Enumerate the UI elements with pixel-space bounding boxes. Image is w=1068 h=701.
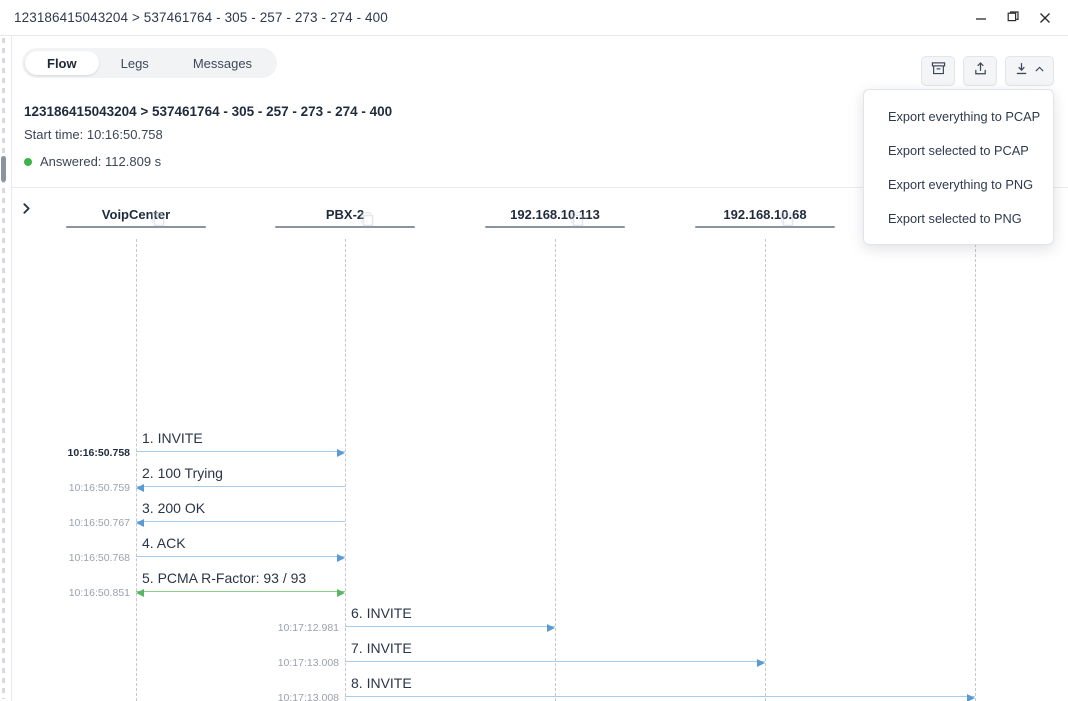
restore-icon[interactable] xyxy=(998,4,1028,32)
copy-icon[interactable] xyxy=(359,211,375,232)
menu-item-export-everything-pcap[interactable]: Export everything to PCAP xyxy=(864,99,1053,133)
copy-icon[interactable] xyxy=(779,211,795,232)
call-start-time: Start time: 10:16:50.758 xyxy=(24,127,163,142)
menu-item-export-everything-png[interactable]: Export everything to PNG xyxy=(864,167,1053,201)
download-icon xyxy=(1014,61,1029,81)
share-icon xyxy=(973,61,988,81)
lifeline-underline xyxy=(275,226,415,228)
call-title: 123186415043204 > 537461764 - 305 - 257 … xyxy=(24,104,393,119)
copy-icon[interactable] xyxy=(569,211,585,232)
message-row[interactable]: 10:17:13.008 8. INVITE xyxy=(12,662,1068,701)
tab-flow[interactable]: Flow xyxy=(25,51,99,75)
message-row[interactable]: 10:17:13.0159. INVITE xyxy=(12,697,1068,701)
tab-legs[interactable]: Legs xyxy=(99,51,171,75)
message-row[interactable]: 10:16:50.758 1. INVITE xyxy=(12,417,1068,459)
export-download-button[interactable] xyxy=(1005,56,1054,86)
lifeline-label: 192.168.10.113 xyxy=(510,207,600,222)
lifeline-header[interactable]: 192.168.10.113 xyxy=(485,207,625,228)
lifeline-underline xyxy=(66,226,206,228)
tab-messages[interactable]: Messages xyxy=(171,51,274,75)
message-label: 4. ACK xyxy=(142,535,186,551)
export-dropdown-menu: Export everything to PCAP Export selecte… xyxy=(863,89,1054,245)
message-row[interactable]: 10:17:12.981 6. INVITE xyxy=(12,592,1068,634)
message-label: 5. PCMA R-Factor: 93 / 93 xyxy=(142,570,307,586)
message-row[interactable]: 10:17:13.008 7. INVITE xyxy=(12,627,1068,669)
flow-diagram: VoipCenter PBX-2 192.168.10.113 192.168.10.… xyxy=(12,189,1068,701)
minimize-icon[interactable] xyxy=(966,4,996,32)
menu-item-export-selected-png[interactable]: Export selected to PNG xyxy=(864,201,1053,235)
left-scrollbar[interactable] xyxy=(0,36,12,701)
lifeline-underline xyxy=(695,226,835,228)
lifeline-underline xyxy=(485,226,625,228)
close-icon[interactable] xyxy=(1030,4,1060,32)
archive-button[interactable] xyxy=(921,56,955,86)
scrollbar-thumb[interactable] xyxy=(1,156,6,182)
window-title-bar: 123186415043204 > 537461764 - 305 - 257 … xyxy=(0,0,1068,36)
window-controls xyxy=(966,0,1060,36)
scrollbar-track xyxy=(2,38,5,699)
export-toolbar xyxy=(921,56,1054,86)
menu-item-export-selected-pcap[interactable]: Export selected to PCAP xyxy=(864,133,1053,167)
share-button[interactable] xyxy=(963,56,997,86)
chevron-right-icon[interactable] xyxy=(20,202,33,220)
tab-group: Flow Legs Messages xyxy=(22,48,278,78)
message-label: 7. INVITE xyxy=(351,640,412,656)
lifeline-header[interactable]: PBX-2 xyxy=(275,207,415,228)
lifeline-header[interactable]: 192.168.10.68 xyxy=(695,207,835,228)
tab-bar: Flow Legs Messages xyxy=(12,37,1068,89)
message-row[interactable]: 10:16:50.767 3. 200 OK xyxy=(12,487,1068,529)
status-dot-icon xyxy=(24,157,32,166)
message-label: 3. 200 OK xyxy=(142,500,206,516)
chevron-up-icon xyxy=(1034,62,1045,80)
message-label: 6. INVITE xyxy=(351,605,412,621)
message-label: 2. 100 Trying xyxy=(142,465,223,481)
call-status: Answered: 112.809 s xyxy=(24,154,161,169)
call-status-label: Answered: 112.809 s xyxy=(40,154,162,169)
message-label: 8. INVITE xyxy=(351,675,412,691)
message-row[interactable]: 10:16:50.851 5. PCMA R-Factor: 93 / 93 xyxy=(12,557,1068,599)
window-title: 123186415043204 > 537461764 - 305 - 257 … xyxy=(14,10,388,25)
message-row[interactable]: 10:16:50.759 2. 100 Trying xyxy=(12,452,1068,494)
archive-icon xyxy=(931,61,946,81)
message-row[interactable]: 10:16:50.768 4. ACK xyxy=(12,522,1068,564)
lifeline-header[interactable]: VoipCenter xyxy=(66,207,206,228)
message-label: 1. INVITE xyxy=(142,430,203,446)
copy-icon[interactable] xyxy=(150,211,166,232)
